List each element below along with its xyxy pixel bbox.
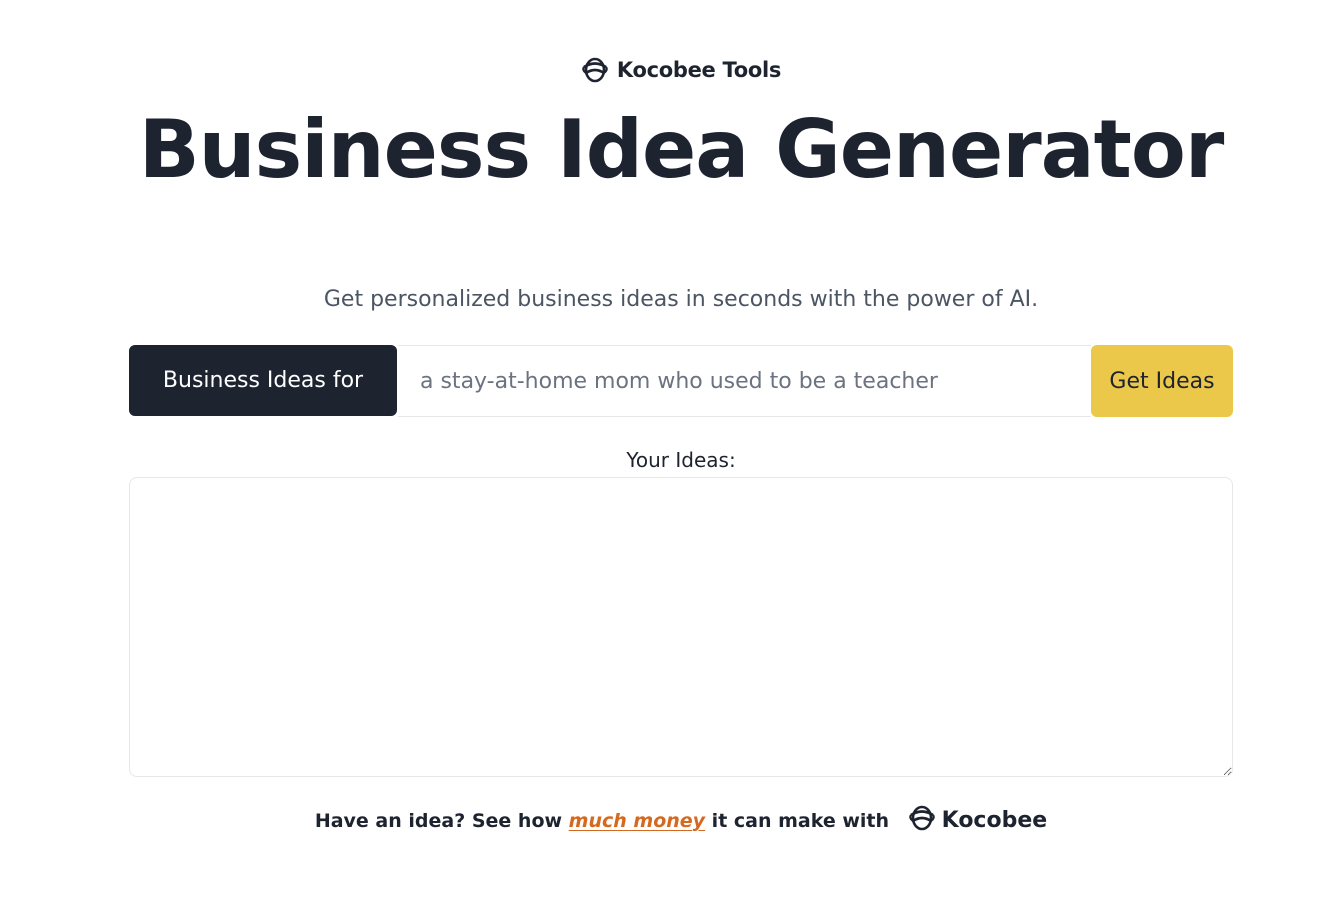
get-ideas-button[interactable]: Get Ideas: [1091, 345, 1233, 417]
brand-name: Kocobee Tools: [616, 58, 782, 82]
ideas-output[interactable]: [129, 477, 1233, 777]
input-prefix-label: Business Ideas for: [129, 345, 397, 416]
much-money-link[interactable]: much money: [569, 810, 705, 832]
brand-header[interactable]: Kocobee Tools: [0, 56, 1328, 84]
bee-icon: [581, 56, 609, 84]
page-subtitle: Get personalized business ideas in secon…: [323, 287, 1039, 312]
footer-brand-link[interactable]: Kocobee: [908, 804, 1048, 837]
footer-text-after: it can make with: [705, 809, 896, 832]
footer-brand-name: Kocobee: [941, 808, 1048, 833]
results-label: Your Ideas:: [626, 448, 736, 472]
idea-input[interactable]: [398, 345, 1091, 417]
page: Kocobee Tools Business Idea Generator Ge…: [0, 0, 1328, 908]
idea-form: Business Ideas for Get Ideas: [129, 345, 1233, 417]
bee-icon: [908, 804, 936, 837]
footer-cta: Have an idea? See how much money it can …: [0, 804, 1328, 837]
page-title: Business Idea Generator: [138, 103, 1225, 196]
footer-text-before: Have an idea? See how: [314, 809, 569, 832]
